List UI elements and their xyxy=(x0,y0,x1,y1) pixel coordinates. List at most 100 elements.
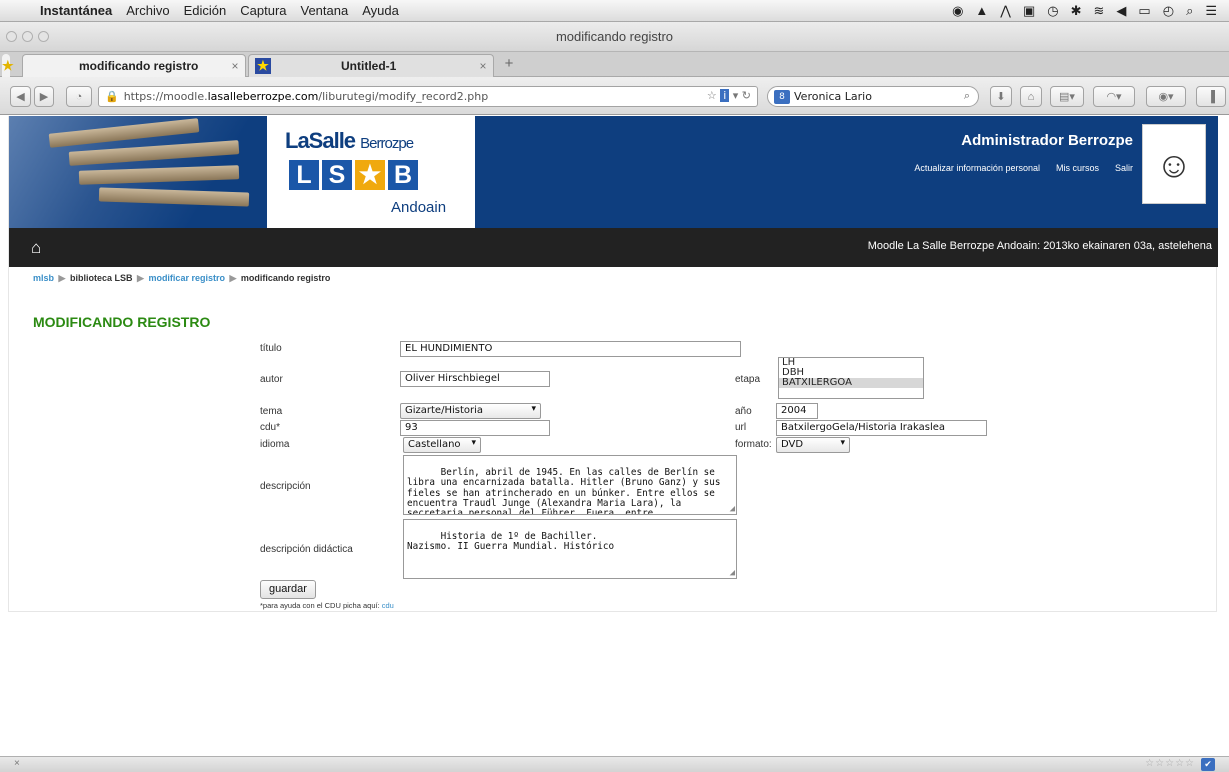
close-addon-bar-icon[interactable]: × xyxy=(14,758,20,769)
ano-input[interactable]: 2004 xyxy=(776,403,818,419)
time-machine-icon[interactable]: ◴ xyxy=(1163,3,1174,19)
logo-star-icon: ★ xyxy=(355,160,385,190)
adobe-icon[interactable]: ⋀ xyxy=(1000,3,1011,19)
tema-label: tema xyxy=(260,406,283,417)
user-links: Actualizar información personal Mis curs… xyxy=(914,163,1133,173)
resize-grip-icon[interactable]: ◢ xyxy=(730,504,735,514)
cdu-help-link[interactable]: cdu xyxy=(382,601,394,610)
menu-archivo[interactable]: Archivo xyxy=(126,3,169,18)
url-path: /liburutegi/modify_record2.php xyxy=(318,90,489,103)
search-box[interactable]: 8 Veronica Lario ⌕ xyxy=(767,86,979,107)
breadcrumb-current: modificando registro xyxy=(240,273,331,283)
tab-close-icon[interactable]: × xyxy=(225,59,245,73)
tab-label: Untitled-1 xyxy=(341,59,397,73)
search-icon[interactable]: ⌕ xyxy=(964,89,970,103)
autor-label: autor xyxy=(260,374,283,385)
page-viewport: LaSalle Berrozpe L S ★ B Andoain Adminis… xyxy=(0,116,1229,756)
formato-label: formato: xyxy=(735,439,772,450)
battery-icon[interactable]: ▭ xyxy=(1138,3,1150,19)
select-arrow-icon: ▾ xyxy=(840,438,845,448)
navigation-bar: ⌂ Moodle La Salle Berrozpe Andoain: 2013… xyxy=(9,228,1218,267)
bookmark-star-icon[interactable]: ☆ xyxy=(707,89,717,102)
site-banner: LaSalle Berrozpe L S ★ B Andoain Adminis… xyxy=(9,116,1218,228)
menu-ayuda[interactable]: Ayuda xyxy=(362,3,399,18)
idioma-select[interactable]: Castellano ▾ xyxy=(403,437,481,453)
spotlight-icon[interactable]: ⌕ xyxy=(1186,3,1193,19)
addon-badge-icon[interactable]: ✔ xyxy=(1201,758,1215,771)
back-button[interactable]: ◀ xyxy=(10,86,31,107)
menu-ventana[interactable]: Ventana xyxy=(301,3,349,18)
menu-edicion[interactable]: Edición xyxy=(184,3,227,18)
pinned-tab[interactable]: ★ xyxy=(2,54,14,77)
menu-addon-icon[interactable]: ◉▾ xyxy=(1146,86,1186,107)
my-courses-link[interactable]: Mis cursos xyxy=(1056,163,1099,173)
url-input[interactable]: BatxilergoGela/Historia Irakaslea xyxy=(776,420,987,436)
breadcrumb-home[interactable]: mlsb xyxy=(33,273,54,283)
status-bar: × ☆☆☆☆☆ ✔ xyxy=(0,756,1229,772)
reload-icon[interactable]: ↻ xyxy=(742,89,751,102)
tab-untitled[interactable]: ★ Untitled-1 × xyxy=(248,54,494,77)
breadcrumb-modify[interactable]: modificar registro xyxy=(148,273,225,283)
url-host: lasalleberrozpe.com xyxy=(207,90,319,103)
formato-select[interactable]: DVD ▾ xyxy=(776,437,850,453)
window-titlebar: modificando registro xyxy=(0,22,1229,52)
url-bar[interactable]: 🔒 https://moodle. lasalleberrozpe.com/lib… xyxy=(98,86,758,107)
descripcion-didactica-textarea[interactable]: Historia de 1º de Bachiller. Nazismo. II… xyxy=(403,519,737,579)
addon-icon[interactable]: ▤▾ xyxy=(1050,86,1084,107)
resize-grip-icon[interactable]: ◢ xyxy=(730,568,735,578)
volume-icon[interactable]: ◀ xyxy=(1116,3,1126,19)
shield-icon[interactable]: ◔ xyxy=(66,86,92,107)
logout-link[interactable]: Salir xyxy=(1115,163,1133,173)
lasalle-logo[interactable]: LaSalle Berrozpe L S ★ B Andoain xyxy=(267,116,477,228)
search-engine-icon[interactable]: 8 xyxy=(774,89,790,104)
cdu-input[interactable]: 93 xyxy=(400,420,550,436)
new-tab-button[interactable]: + xyxy=(496,55,522,75)
titulo-input[interactable]: EL HUNDIMIENTO xyxy=(400,341,741,357)
tema-select[interactable]: Gizarte/Historia ▾ xyxy=(400,403,541,419)
app-menu[interactable]: Instantánea xyxy=(40,3,112,18)
cdu-label: cdu* xyxy=(260,422,281,433)
user-name[interactable]: Administrador Berrozpe xyxy=(914,132,1133,149)
cdu-help-text: *para ayuda con el CDU picha aquí: xyxy=(260,601,380,610)
save-button[interactable]: guardar xyxy=(260,580,316,599)
ano-label: año xyxy=(735,406,752,417)
dropdown-icon[interactable]: ▾ xyxy=(733,89,739,102)
tema-value: Gizarte/Historia xyxy=(405,405,484,416)
page-title: MODIFICANDO REGISTRO xyxy=(33,314,211,330)
moodle-page: LaSalle Berrozpe L S ★ B Andoain Adminis… xyxy=(8,116,1218,612)
rating-stars-icon[interactable]: ☆☆☆☆☆ xyxy=(1145,758,1195,769)
etapa-option-selected[interactable]: BATXILERGOA xyxy=(779,378,923,388)
download-icon[interactable]: ⬇ xyxy=(990,86,1012,107)
descripcion-text: Berlín, abril de 1945. En las calles de … xyxy=(407,467,727,515)
sync-icon[interactable]: ◉ xyxy=(952,3,963,19)
breadcrumb-separator-icon: ▶ xyxy=(137,273,144,283)
home-icon[interactable]: ⌂ xyxy=(31,238,41,258)
tab-close-icon[interactable]: × xyxy=(473,59,493,73)
autor-input[interactable]: Oliver Hirschbiegel xyxy=(400,371,550,387)
descripcion-textarea[interactable]: Berlín, abril de 1945. En las calles de … xyxy=(403,455,737,515)
breadcrumb-library[interactable]: biblioteca LSB xyxy=(70,273,133,283)
books-laptop-image xyxy=(9,116,269,228)
etapa-listbox[interactable]: LH DBH BATXILERGOA xyxy=(778,357,924,399)
display-icon[interactable]: ▣ xyxy=(1023,3,1035,19)
notifications-icon[interactable]: ☰ xyxy=(1205,3,1217,19)
edit-profile-link[interactable]: Actualizar información personal xyxy=(914,163,1040,173)
rainbow-addon-icon[interactable]: ◠▾ xyxy=(1093,86,1135,107)
menu-captura[interactable]: Captura xyxy=(240,3,286,18)
forward-button[interactable]: ▶ xyxy=(34,86,54,107)
formato-value: DVD xyxy=(781,439,804,450)
avatar[interactable]: ☺ xyxy=(1142,124,1206,204)
tab-modificando-registro[interactable]: modificando registro × xyxy=(22,54,246,77)
breadcrumb-separator-icon: ▶ xyxy=(229,273,237,283)
home-icon[interactable]: ⌂ xyxy=(1020,86,1042,107)
info-icon[interactable]: i xyxy=(720,89,730,102)
drive-icon[interactable]: ▲ xyxy=(975,3,988,19)
star-favicon-icon: ★ xyxy=(2,57,14,73)
descripcion-didactica-label: descripción didáctica xyxy=(260,544,353,555)
wifi-icon[interactable]: ≋ xyxy=(1094,3,1105,19)
clock-icon[interactable]: ◷ xyxy=(1047,3,1058,19)
bluetooth-icon[interactable]: ✱ xyxy=(1071,3,1082,19)
sidebar-icon[interactable]: ▐ xyxy=(1196,86,1226,107)
window-title: modificando registro xyxy=(555,29,674,44)
status-tray: ◉ ▲ ⋀ ▣ ◷ ✱ ≋ ◀ ▭ ◴ ⌕ ☰ xyxy=(952,3,1229,19)
